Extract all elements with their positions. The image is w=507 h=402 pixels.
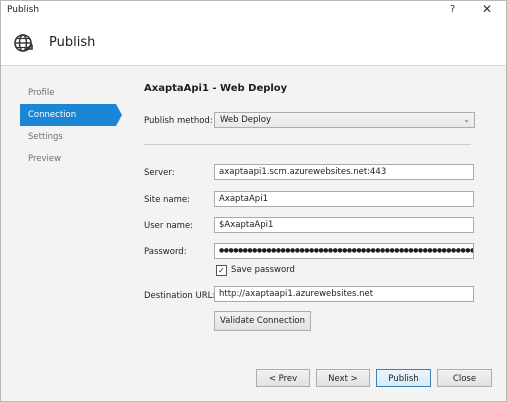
help-button[interactable]: ? xyxy=(450,4,455,15)
save-password-checkbox[interactable]: ✓ xyxy=(216,265,227,276)
divider xyxy=(144,144,471,145)
user-name-input[interactable]: $AxaptaApi1 xyxy=(214,217,474,233)
next-button[interactable]: Next > xyxy=(316,369,370,387)
password-input[interactable]: ●●●●●●●●●●●●●●●●●●●●●●●●●●●●●●●●●●●●●●●●… xyxy=(214,243,474,259)
password-label: Password: xyxy=(144,247,187,257)
site-name-label: Site name: xyxy=(144,195,190,205)
user-name-label: User name: xyxy=(144,221,194,231)
window-title: Publish xyxy=(7,5,40,15)
close-window-button[interactable]: ✕ xyxy=(482,2,492,16)
destination-url-input[interactable]: http://axaptaapi1.azurewebsites.net xyxy=(214,286,474,302)
validate-connection-button[interactable]: Validate Connection xyxy=(214,311,311,331)
nav-item-preview[interactable]: Preview xyxy=(20,148,120,170)
profile-kind: Web Deploy xyxy=(220,83,288,94)
server-label: Server: xyxy=(144,168,175,178)
profile-title: AxaptaApi1 - Web Deploy xyxy=(144,83,287,94)
server-input[interactable]: axaptaapi1.scm.azurewebsites.net:443 xyxy=(214,164,474,180)
wizard-nav: Profile Connection Settings Preview xyxy=(20,82,122,170)
publish-method-select[interactable]: Web Deploy ⌄ xyxy=(214,112,475,128)
publish-dialog: Publish ? ✕ Publish Profile Connection S… xyxy=(0,0,507,402)
profile-name: AxaptaApi1 xyxy=(144,83,209,94)
dialog-header: Publish xyxy=(1,21,506,66)
site-name-input[interactable]: AxaptaApi1 xyxy=(214,191,474,207)
publish-button[interactable]: Publish xyxy=(376,369,431,387)
chevron-down-icon: ⌄ xyxy=(463,115,470,124)
close-button[interactable]: Close xyxy=(437,369,492,387)
save-password-label: Save password xyxy=(231,265,295,275)
header-title: Publish xyxy=(49,35,96,50)
nav-item-connection[interactable]: Connection xyxy=(20,104,122,126)
publish-method-value: Web Deploy xyxy=(220,115,271,125)
globe-publish-icon xyxy=(14,34,33,52)
publish-method-label: Publish method: xyxy=(144,116,213,126)
dialog-body: Profile Connection Settings Preview Axap… xyxy=(1,66,506,401)
title-bar: Publish ? ✕ xyxy=(1,1,506,21)
profile-separator: - xyxy=(208,83,221,94)
nav-item-profile[interactable]: Profile xyxy=(20,82,120,104)
nav-item-settings[interactable]: Settings xyxy=(20,126,120,148)
destination-url-label: Destination URL: xyxy=(144,291,216,301)
prev-button[interactable]: < Prev xyxy=(256,369,310,387)
